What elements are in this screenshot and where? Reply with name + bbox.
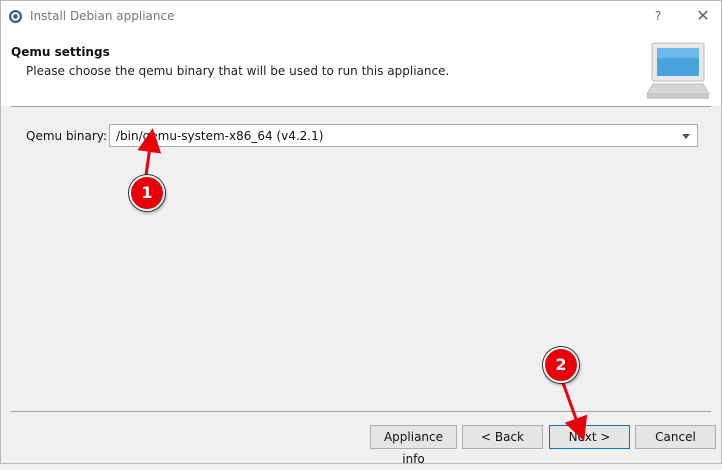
next-button[interactable]: Next > (549, 425, 630, 449)
appliance-info-button[interactable]: Appliance info (370, 425, 457, 466)
cancel-button[interactable]: Cancel (635, 425, 716, 449)
gns3-app-icon (8, 9, 23, 24)
qemu-binary-value: /bin/qemu-system-x86_64 (v4.2.1) (116, 129, 324, 143)
help-button[interactable]: ? (646, 7, 670, 25)
qemu-binary-label: Qemu binary: (26, 129, 108, 143)
footer-separator (11, 411, 711, 412)
title-bar: Install Debian appliance ? ✕ (1, 1, 721, 33)
qemu-binary-select[interactable]: /bin/qemu-system-x86_64 (v4.2.1) (109, 124, 698, 147)
wizard-header: Qemu settings Please choose the qemu bin… (1, 33, 721, 106)
install-appliance-dialog: Install Debian appliance ? ✕ Qemu settin… (0, 0, 722, 466)
window-title: Install Debian appliance (30, 9, 175, 23)
dropdown-arrow-icon (682, 134, 690, 139)
page-subtitle: Please choose the qemu binary that will … (26, 64, 450, 78)
back-button[interactable]: < Back (462, 425, 543, 449)
annotation-badge-2: 2 (543, 347, 579, 383)
annotation-badge-1: 1 (129, 175, 165, 211)
close-button[interactable]: ✕ (691, 7, 715, 25)
computer-icon (646, 42, 710, 99)
page-title: Qemu settings (11, 45, 110, 59)
header-separator (11, 106, 711, 107)
